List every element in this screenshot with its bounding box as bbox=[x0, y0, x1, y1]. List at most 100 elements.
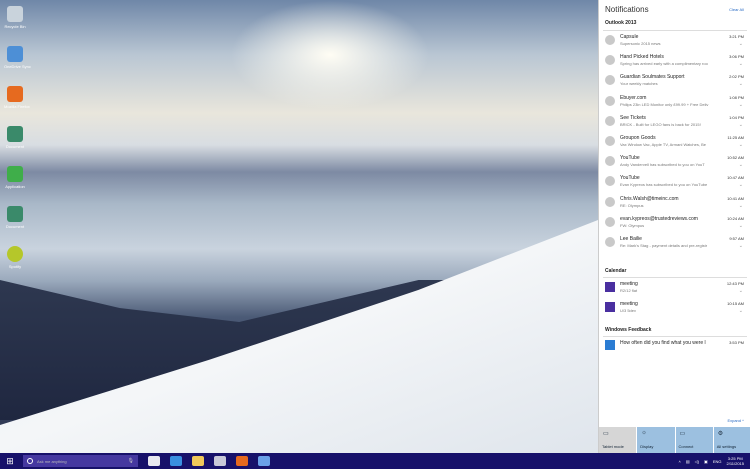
chevron-down-icon[interactable]: ⌄ bbox=[739, 81, 743, 87]
desktop: Recycle Bin OneDrive Sync Mozilla Firefox D… bbox=[0, 0, 598, 453]
notification-time: 2:02 PM bbox=[729, 74, 744, 80]
chevron-down-icon[interactable]: ⌄ bbox=[739, 223, 743, 229]
notification-time: 11:25 AM bbox=[727, 134, 744, 140]
taskbar-app-icon[interactable] bbox=[258, 456, 270, 466]
notification-title: Lee Bailie bbox=[620, 235, 642, 242]
chevron-down-icon[interactable]: ⌄ bbox=[739, 288, 743, 294]
notification-title: Groupon Goods bbox=[620, 134, 656, 141]
desktop-icon[interactable]: Spotify bbox=[4, 246, 26, 269]
calendar-list: meeting R2/12 flat 12:43 PM ⌄ meeting U/3 5de… bbox=[603, 277, 747, 318]
quick-action-tablet-mode[interactable]: ▭ Tablet mode bbox=[599, 427, 637, 453]
start-button[interactable]: ⊞ bbox=[3, 453, 17, 469]
notification-time: 9:57 AM bbox=[729, 235, 744, 241]
expand-link[interactable]: Expand ^ bbox=[727, 418, 744, 423]
system-tray: ˄ ▤ ◁) ▣ ENG 3:25 PM 2/11/2015 bbox=[679, 456, 750, 466]
notification-item[interactable]: Ebuyer.com Philips 23in LED Monitor only … bbox=[603, 92, 747, 112]
notification-time: 1:08 PM bbox=[729, 94, 744, 100]
search-box[interactable]: Ask me anything 🎙 bbox=[23, 455, 138, 467]
quick-actions: ▭ Tablet mode ☼ Display ▭ Connect ⚙ All setting… bbox=[599, 427, 750, 453]
avatar-icon bbox=[605, 216, 615, 227]
chevron-down-icon[interactable]: ⌄ bbox=[739, 203, 743, 209]
notification-item[interactable]: How often did you find what you were l 3:… bbox=[603, 337, 747, 357]
language-indicator[interactable]: ENG bbox=[713, 459, 722, 464]
clock[interactable]: 3:25 PM 2/11/2015 bbox=[727, 456, 745, 466]
sun-glow bbox=[230, 0, 430, 110]
clear-all-link[interactable]: Clear All bbox=[729, 7, 744, 12]
desktop-icon-image bbox=[7, 166, 23, 182]
notification-time: 10:52 AM bbox=[727, 155, 744, 161]
chevron-down-icon[interactable]: ⌄ bbox=[739, 162, 743, 168]
notification-item[interactable]: Guardian Soulmates Support Your weekly ma… bbox=[603, 71, 747, 91]
desktop-icon[interactable]: Document bbox=[4, 206, 26, 229]
notification-title: evan.kypreos@trustedreviews.com bbox=[620, 215, 698, 222]
desktop-icon-label: Mozilla Firefox bbox=[4, 104, 30, 109]
desktop-icon[interactable]: Recycle Bin bbox=[4, 6, 26, 29]
search-placeholder: Ask me anything bbox=[37, 458, 67, 464]
quick-action-label: Tablet mode bbox=[602, 444, 624, 449]
quick-action-icon: ☼ bbox=[641, 430, 647, 436]
chevron-up-icon[interactable]: ˄ bbox=[679, 459, 681, 464]
chevron-down-icon[interactable]: ⌄ bbox=[739, 122, 743, 128]
action-center-icon[interactable]: ▣ bbox=[704, 459, 708, 464]
quick-action-all-settings[interactable]: ⚙ All settings bbox=[713, 427, 750, 453]
outlook-list: Capsule Supersonic 2015 news 3:21 PM ⌄ Hand … bbox=[603, 30, 747, 253]
notification-text: Spring has arrived early with a complime… bbox=[620, 61, 708, 67]
avatar-icon bbox=[605, 95, 615, 106]
taskbar-store-icon[interactable] bbox=[214, 456, 226, 466]
notification-item[interactable]: meeting U/3 5dev 10:15 AM ⌄ bbox=[603, 298, 747, 318]
avatar-icon bbox=[605, 236, 615, 247]
chevron-down-icon[interactable]: ⌄ bbox=[739, 41, 743, 47]
desktop-icon[interactable]: Mozilla Firefox bbox=[4, 86, 30, 109]
notification-item[interactable]: Groupon Goods Vax Window Vac, Apple TV, A… bbox=[603, 132, 747, 152]
notification-text: Vax Window Vac, Apple TV, Armani Watches… bbox=[620, 141, 706, 147]
chevron-down-icon[interactable]: ⌄ bbox=[739, 102, 743, 108]
chevron-down-icon[interactable]: ⌄ bbox=[739, 182, 743, 188]
chevron-down-icon[interactable]: ⌄ bbox=[739, 142, 743, 148]
microphone-icon[interactable]: 🎙 bbox=[128, 458, 134, 464]
taskbar-firefox-icon[interactable] bbox=[236, 456, 248, 466]
notification-time: 10:15 AM bbox=[727, 301, 744, 307]
notification-item[interactable]: YouTube Evan Kypreos has subscribed to yo… bbox=[603, 172, 747, 192]
desktop-icon-image bbox=[7, 6, 23, 22]
taskbar-edge-icon[interactable] bbox=[170, 456, 182, 466]
avatar-icon bbox=[605, 156, 615, 167]
desktop-icon-label: OneDrive Sync bbox=[4, 64, 31, 69]
volume-icon[interactable]: ◁) bbox=[695, 459, 699, 464]
notification-time: 12:43 PM bbox=[726, 281, 744, 286]
taskbar-task-view-icon[interactable] bbox=[148, 456, 160, 466]
notification-item[interactable]: evan.kypreos@trustedreviews.com FW: Olymp… bbox=[603, 213, 747, 233]
windows-logo-icon: ⊞ bbox=[6, 455, 14, 466]
desktop-icon-image bbox=[7, 246, 23, 262]
network-icon[interactable]: ▤ bbox=[686, 459, 690, 464]
notification-text: Your weekly matches bbox=[620, 81, 658, 87]
notification-item[interactable]: YouTube Andy Vandervell has subscribed to… bbox=[603, 152, 747, 172]
chevron-down-icon[interactable]: ⌄ bbox=[739, 61, 743, 67]
notification-title: Ebuyer.com bbox=[620, 94, 647, 101]
notification-item[interactable]: Capsule Supersonic 2015 news 3:21 PM ⌄ bbox=[603, 31, 747, 51]
desktop-icon-image bbox=[7, 86, 23, 102]
notification-item[interactable]: Chris.Walsh@timeinc.com RE: Olympus 10:41 … bbox=[603, 193, 747, 213]
panel-title: Notifications bbox=[605, 5, 649, 14]
desktop-icon[interactable]: OneDrive Sync bbox=[4, 46, 31, 69]
quick-action-label: Display bbox=[640, 444, 654, 449]
quick-action-icon: ▭ bbox=[603, 431, 609, 437]
notification-text: Philips 23in LED Monitor only £99.99 + F… bbox=[620, 101, 709, 107]
notification-time: 3:06 PM bbox=[729, 54, 744, 60]
notification-item[interactable]: Lee Bailie Re: Mark's Stag - payment deta… bbox=[603, 233, 747, 253]
taskbar-explorer-icon[interactable] bbox=[192, 456, 204, 466]
notification-item[interactable]: meeting R2/12 flat 12:43 PM ⌄ bbox=[603, 278, 747, 298]
chevron-down-icon[interactable]: ⌄ bbox=[739, 243, 743, 249]
avatar-icon bbox=[605, 135, 615, 146]
notification-item[interactable]: See Tickets BRICK - Built for LEGO fans i… bbox=[603, 112, 747, 132]
quick-action-display[interactable]: ☼ Display bbox=[637, 427, 675, 453]
quick-action-label: Connect bbox=[678, 444, 694, 449]
chevron-down-icon[interactable]: ⌄ bbox=[739, 308, 743, 314]
desktop-icon-image bbox=[7, 206, 23, 222]
quick-action-icon: ▭ bbox=[679, 431, 686, 437]
quick-action-connect[interactable]: ▭ Connect bbox=[675, 427, 713, 453]
desktop-icon-image bbox=[7, 46, 23, 62]
feedback-list: How often did you find what you were l 3:… bbox=[603, 336, 747, 357]
desktop-icon[interactable]: Document bbox=[4, 126, 26, 149]
notification-item[interactable]: Hand Picked Hotels Spring has arrived ear… bbox=[603, 51, 747, 71]
desktop-icon[interactable]: Application bbox=[4, 166, 26, 189]
